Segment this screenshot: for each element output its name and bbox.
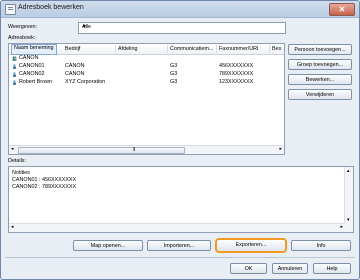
ok-button[interactable]: OK [230, 263, 267, 274]
row-company: XYZ Corporation [65, 79, 106, 85]
row-comm: G3 [170, 71, 178, 77]
address-list[interactable]: Naam beneming Bedrijf Afdeling Communica… [8, 43, 285, 155]
help-button[interactable]: Help [313, 263, 351, 274]
scroll-left-icon[interactable]: ◂ [11, 224, 14, 230]
details-line: CANON01 : 456XXXXXXX [12, 177, 77, 183]
row-comm: G3 [170, 79, 178, 85]
edit-button[interactable]: Bewerken... [288, 74, 352, 85]
address-book-icon [5, 4, 16, 15]
delete-button[interactable]: Verwijderen [288, 89, 352, 100]
import-button[interactable]: Importeren... [147, 240, 211, 251]
scroll-thumb[interactable] [18, 147, 185, 154]
scroll-right-icon[interactable]: ▸ [340, 224, 343, 230]
divider [5, 257, 355, 258]
row-name: CANON01 [19, 63, 45, 69]
list-item[interactable]: CANON [9, 55, 284, 62]
column-header-extra[interactable]: Bes [272, 46, 281, 52]
person-icon [13, 64, 16, 69]
details-line: CANON02 : 789XXXXXXX [12, 184, 77, 190]
details-line: Notities [12, 170, 30, 176]
row-company: CANON [65, 71, 85, 77]
details-label: Details: [8, 158, 26, 164]
column-header-name[interactable]: Naam beneming [11, 44, 57, 55]
add-group-button[interactable]: Groep toevoegen... [288, 59, 352, 70]
row-comm: G3 [170, 63, 178, 69]
add-person-button[interactable]: Persoon toevoegen... [288, 44, 352, 55]
column-header-company[interactable]: Bedrijf [65, 46, 80, 52]
row-fax: 456XXXXXXX [219, 63, 254, 69]
close-button[interactable]: ✕ [329, 3, 355, 16]
open-folder-button[interactable]: Map openen... [73, 240, 143, 251]
scroll-grip-icon: ⦀ [133, 147, 136, 153]
title-bar: Adresboek bewerken ✕ [1, 1, 359, 18]
row-fax: 789XXXXXXX [219, 71, 254, 77]
scroll-right-icon[interactable]: ▸ [279, 146, 282, 152]
column-header-department[interactable]: Afdeling [118, 46, 137, 52]
row-name: CANON [19, 55, 39, 61]
list-item[interactable]: Robert Brown XYZ Corporation G3 123XXXXX… [9, 79, 284, 86]
row-name: CANON02 [19, 71, 45, 77]
weergeven-label: Weergeven: [8, 24, 37, 30]
row-fax: 123XXXXXXX [219, 79, 254, 85]
address-book-window: Adresboek bewerken ✕ Weergeven: Alle ▼ A… [0, 0, 360, 280]
person-icon [13, 80, 16, 85]
info-button[interactable]: Info [291, 240, 351, 251]
scroll-down-icon[interactable]: ▾ [347, 217, 350, 223]
column-header-comm[interactable]: Communicatiem... [170, 46, 213, 52]
export-button[interactable]: Exporteren... [215, 238, 287, 253]
chevron-down-icon: ▼ [82, 24, 87, 30]
list-horizontal-scrollbar[interactable]: ◂ ⦀ ▸ [9, 145, 284, 154]
scroll-up-icon[interactable]: ▴ [347, 168, 350, 174]
list-item[interactable]: CANON02 CANON G3 789XXXXXXX [9, 71, 284, 78]
address-book-label: Adresboek: [8, 35, 36, 41]
weergeven-dropdown[interactable]: Alle ▼ [78, 22, 286, 34]
list-header: Naam beneming Bedrijf Afdeling Communica… [9, 44, 284, 55]
scroll-left-icon[interactable]: ◂ [11, 146, 14, 152]
window-title: Adresboek bewerken [18, 4, 84, 11]
details-panel[interactable]: Notities CANON01 : 456XXXXXXX CANON02 : … [8, 166, 354, 233]
group-icon [12, 56, 17, 61]
person-icon [13, 72, 16, 77]
column-header-fax[interactable]: Faxnummer/URI [219, 46, 259, 52]
details-horizontal-scrollbar[interactable]: ◂ ▸ [9, 223, 345, 232]
details-vertical-scrollbar[interactable]: ▴ ▾ [344, 167, 353, 232]
row-name: Robert Brown [19, 79, 52, 85]
list-item[interactable]: CANON01 CANON G3 456XXXXXXX [9, 63, 284, 70]
row-company: CANON [65, 63, 85, 69]
cancel-button[interactable]: Annuleren [272, 263, 308, 274]
